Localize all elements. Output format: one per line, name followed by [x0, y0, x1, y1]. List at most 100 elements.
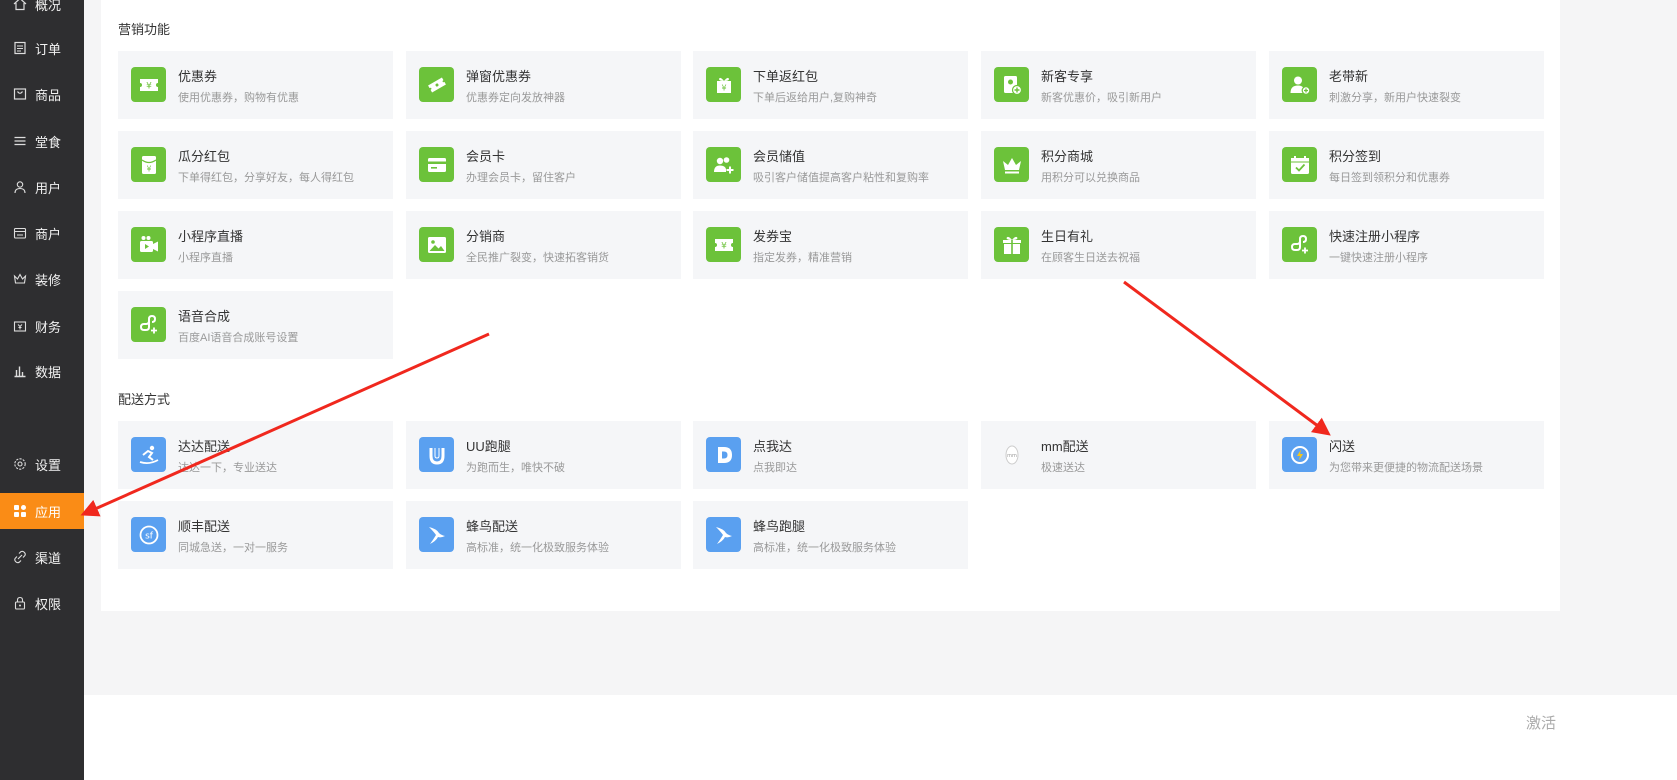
order-icon [13, 41, 27, 55]
tile-title: 小程序直播 [178, 229, 244, 244]
delivery-tile-sf[interactable]: sf 顺丰配送 同城急送，一对一服务 [118, 501, 393, 569]
tile-title: 会员卡 [466, 149, 506, 164]
store-icon [13, 226, 27, 240]
delivery-tile-fengniao-errand[interactable]: 蜂鸟跑腿 高标准，统一化极致服务体验 [693, 501, 968, 569]
tile-desc: 下单后返给用户,复购神奇 [753, 92, 878, 104]
sidebar-item-label: 权限 [35, 596, 62, 612]
hummingbird-icon [419, 517, 454, 552]
app-tile-order-red-packet[interactable]: ¥ 下单返红包 下单后返给用户,复购神奇 [693, 51, 968, 119]
app-tile-new-customer[interactable]: 新客专享 新客优惠价，吸引新用户 [981, 51, 1256, 119]
sidebar-item-decoration[interactable]: 装修 [0, 261, 84, 297]
app-tile-distributor[interactable]: 分销商 全民推广裂变，快速拓客销货 [406, 211, 681, 279]
sidebar-item-label: 财务 [35, 319, 62, 335]
goods-icon [13, 87, 27, 101]
svg-text:¥: ¥ [146, 81, 152, 91]
sidebar-item-label: 用户 [35, 180, 62, 196]
dianwoda-logo-icon [706, 437, 741, 472]
delivery-tile-shansong[interactable]: 闪送 为您带来更便捷的物流配送场景 [1269, 421, 1544, 489]
delivery-tile-dada[interactable]: 达达配送 达达一下，专业送达 [118, 421, 393, 489]
sidebar-item-channels[interactable]: 渠道 [0, 539, 84, 575]
gear-icon [13, 457, 27, 471]
tile-title: 会员储值 [753, 149, 806, 164]
tile-desc: 每日签到领积分和优惠券 [1329, 172, 1450, 184]
sidebar-item-goods[interactable]: 商品 [0, 76, 84, 112]
app-tile-member-recharge[interactable]: 会员储值 吸引客户储值提高客户粘性和复购率 [693, 131, 968, 199]
new-customer-icon [994, 67, 1029, 102]
points-mall-icon [994, 147, 1029, 182]
tile-desc: 为您带来更便捷的物流配送场景 [1329, 462, 1483, 474]
sidebar-item-label: 商户 [35, 226, 62, 242]
delivery-tile-fengniao[interactable]: 蜂鸟配送 高标准，统一化极致服务体验 [406, 501, 681, 569]
app-tile-referral[interactable]: 老带新 刺激分享，新用户快速裂变 [1269, 51, 1544, 119]
delivery-tile-mm[interactable]: mm mm配送 极速送达 [981, 421, 1256, 489]
tile-desc: 达达一下，专业送达 [178, 462, 277, 474]
tile-title: 蜂鸟配送 [466, 519, 519, 534]
uu-logo-icon [419, 437, 454, 472]
sidebar-item-merchants[interactable]: 商户 [0, 215, 84, 251]
sidebar-item-apps[interactable]: 应用 [0, 493, 84, 529]
tile-desc: 百度AI语音合成账号设置 [178, 332, 299, 344]
mini-program-icon [1282, 227, 1317, 262]
popup-coupon-icon [419, 67, 454, 102]
link-icon [13, 550, 27, 564]
crown-icon [13, 272, 27, 286]
tile-title: mm配送 [1041, 439, 1089, 454]
sidebar-item-users[interactable]: 用户 [0, 169, 84, 205]
sidebar-item-label: 数据 [35, 364, 62, 380]
coupon-icon: ¥ [131, 67, 166, 102]
app-tile-quick-register[interactable]: 快速注册小程序 一键快速注册小程序 [1269, 211, 1544, 279]
tile-title: 积分商城 [1041, 149, 1094, 164]
tile-title: UU跑腿 [466, 439, 511, 454]
tile-desc: 同城急送，一对一服务 [178, 542, 288, 554]
tile-title: 生日有礼 [1041, 229, 1094, 244]
tile-desc: 高标准，统一化极致服务体验 [753, 542, 896, 554]
app-tile-coupon[interactable]: ¥ 优惠券 使用优惠券，购物有优惠 [118, 51, 393, 119]
app-tile-live-stream[interactable]: 小程序直播 小程序直播 [118, 211, 393, 279]
tile-desc: 用积分可以兑换商品 [1041, 172, 1140, 184]
red-packet-gift-icon: ¥ [706, 67, 741, 102]
app-tile-speech-synthesis[interactable]: 语音合成 百度AI语音合成账号设置 [118, 291, 393, 359]
sidebar-item-data[interactable]: 数据 [0, 353, 84, 389]
delivery-tile-dianwoda[interactable]: 点我达 点我即达 [693, 421, 968, 489]
app-tile-member-card[interactable]: 会员卡 办理会员卡，留住客户 [406, 131, 681, 199]
marketing-section-title: 营销功能 [118, 22, 171, 37]
delivery-section-title: 配送方式 [118, 392, 171, 407]
sidebar-item-dine-in[interactable]: 堂食 [0, 123, 84, 159]
tile-title: 积分签到 [1329, 149, 1382, 164]
sidebar-item-permissions[interactable]: 权限 [0, 585, 84, 621]
sidebar-item-label: 堂食 [35, 134, 62, 150]
apps-icon [13, 504, 27, 518]
svg-text:¥: ¥ [721, 241, 727, 251]
live-video-icon [131, 227, 166, 262]
app-tile-birthday-gift[interactable]: 生日有礼 在顾客生日送去祝福 [981, 211, 1256, 279]
sidebar-item-settings[interactable]: 设置 [0, 446, 84, 482]
app-tile-points-mall[interactable]: 积分商城 用积分可以兑换商品 [981, 131, 1256, 199]
sidebar-item-label: 概况 [35, 0, 62, 13]
delivery-tile-uu[interactable]: UU跑腿 为跑而生，唯快不破 [406, 421, 681, 489]
tile-title: 下单返红包 [753, 69, 819, 84]
tile-desc: 使用优惠券，购物有优惠 [178, 92, 299, 104]
sidebar-item-orders[interactable]: 订单 [0, 30, 84, 66]
lock-icon [13, 596, 27, 610]
tile-title: 优惠券 [178, 69, 218, 84]
tile-title: 瓜分红包 [178, 149, 231, 164]
tile-title: 顺丰配送 [178, 519, 231, 534]
tile-desc: 指定发券，精准营销 [753, 252, 852, 264]
sidebar-item-label: 设置 [35, 457, 62, 473]
sidebar-item-overview[interactable]: 概况 [0, 0, 84, 22]
tile-title: 分销商 [466, 229, 506, 244]
sidebar-item-label: 装修 [35, 272, 62, 288]
sidebar-item-finance[interactable]: 财务 [0, 308, 84, 344]
tile-desc: 吸引客户储值提高客户粘性和复购率 [753, 172, 929, 184]
tile-desc: 小程序直播 [178, 252, 233, 264]
app-tile-points-checkin[interactable]: 积分签到 每日签到领积分和优惠券 [1269, 131, 1544, 199]
app-tile-split-red-packet[interactable]: ¥ 瓜分红包 下单得红包，分享好友，每人得红包 [118, 131, 393, 199]
tile-desc: 优惠券定向发放神器 [466, 92, 565, 104]
app-tile-popup-coupon[interactable]: 弹窗优惠券 优惠券定向发放神器 [406, 51, 681, 119]
tile-desc: 新客优惠价，吸引新用户 [1041, 92, 1162, 104]
member-recharge-icon [706, 147, 741, 182]
tile-desc: 为跑而生，唯快不破 [466, 462, 565, 474]
tile-title: 蜂鸟跑腿 [753, 519, 806, 534]
tile-title: 老带新 [1329, 69, 1369, 84]
app-tile-coupon-sender[interactable]: ¥ 发券宝 指定发券，精准营销 [693, 211, 968, 279]
